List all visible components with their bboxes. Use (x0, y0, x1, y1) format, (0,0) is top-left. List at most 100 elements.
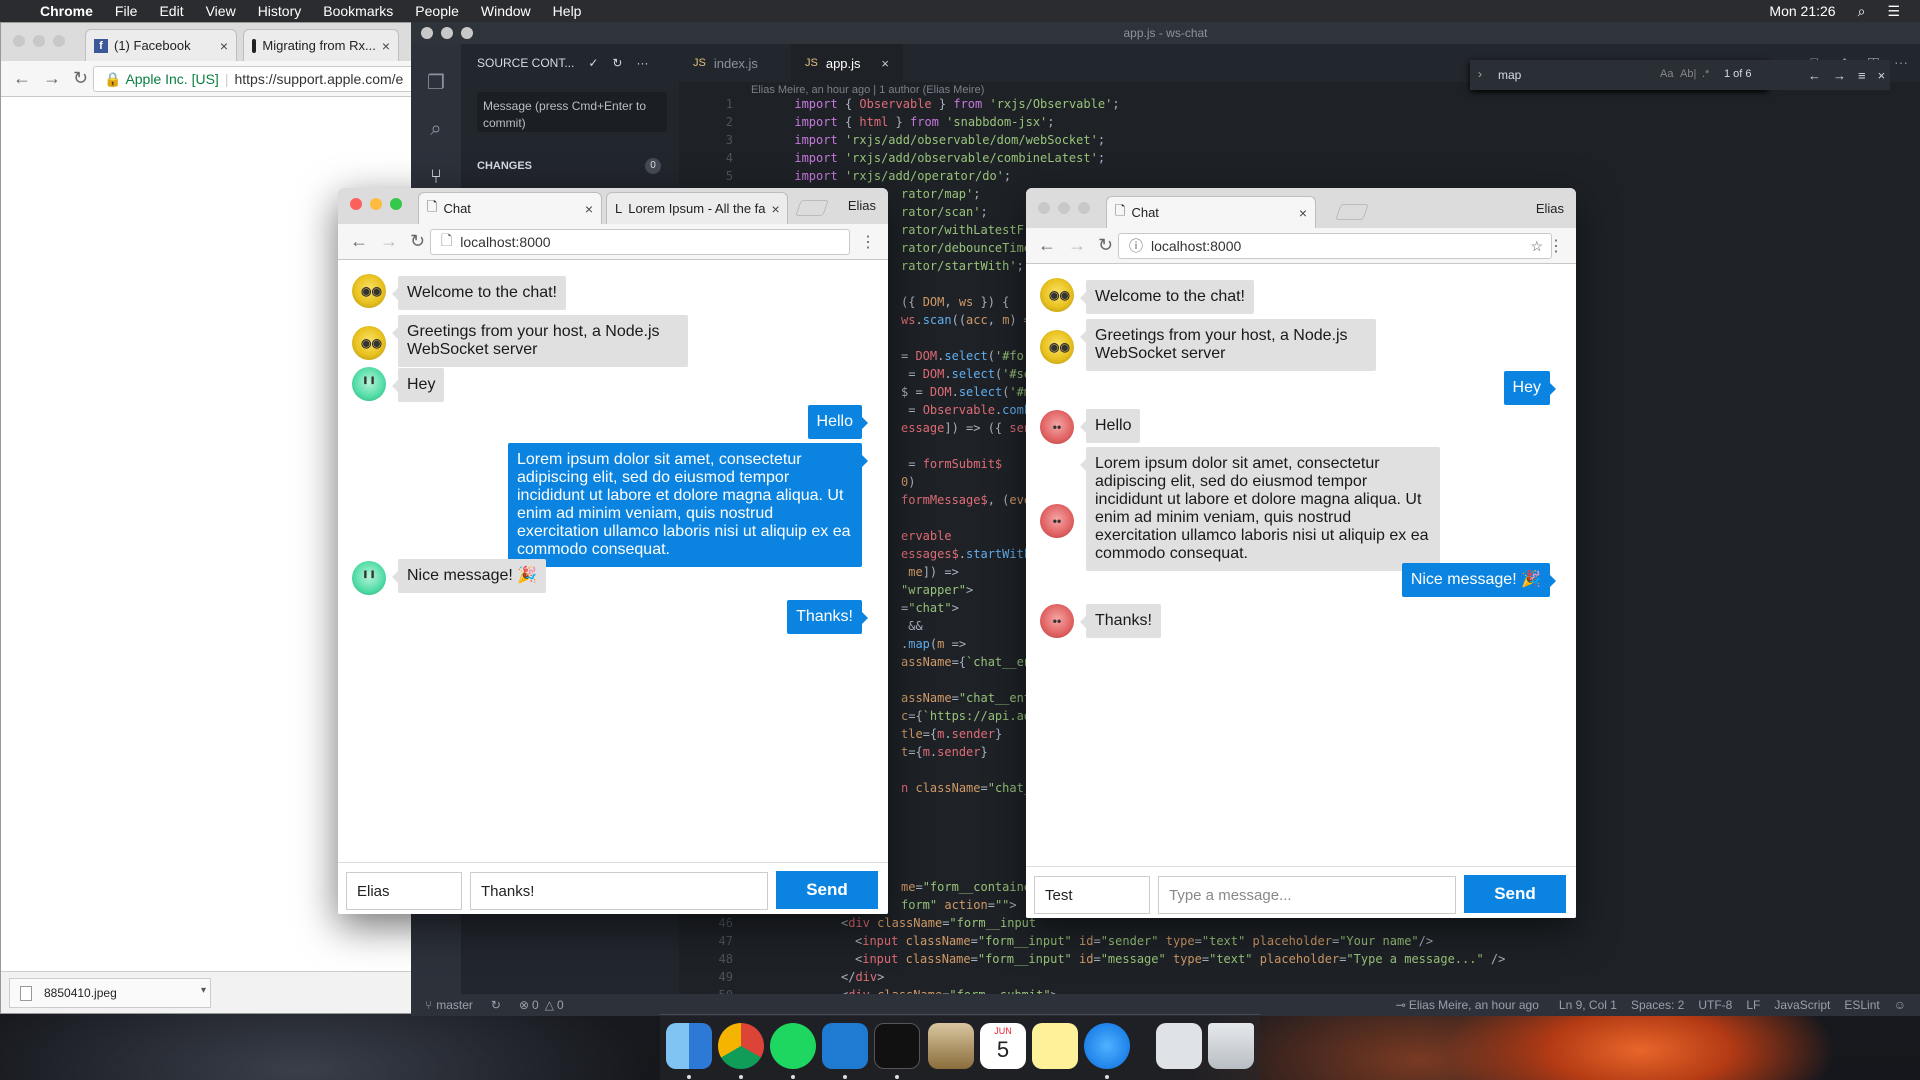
close-tab-icon[interactable]: × (772, 201, 780, 217)
terminal-icon[interactable] (874, 1023, 920, 1069)
changes-header[interactable]: CHANGES (477, 160, 532, 172)
tab-app-js[interactable]: JS app.js × (791, 44, 903, 82)
tab-lorem-ipsum[interactable]: L Lorem Ipsum - All the fa × (606, 192, 788, 224)
tab-chat[interactable]: 🗋 Chat × (418, 192, 602, 224)
indentation[interactable]: Spaces: 2 (1631, 998, 1684, 1012)
close-window-icon[interactable] (350, 198, 362, 210)
notes-icon[interactable] (1032, 1023, 1078, 1069)
forward-arrow-icon[interactable]: → (380, 231, 398, 252)
forward-arrow-icon[interactable]: → (43, 68, 61, 89)
source-control-icon[interactable]: ⑂ (425, 166, 447, 188)
notification-center-icon[interactable]: ☰ (1887, 3, 1900, 20)
clock[interactable]: Mon 21:26 (1769, 3, 1835, 19)
refresh-icon[interactable]: ↻ (612, 56, 622, 70)
find-in-selection-icon[interactable]: ≡ (1858, 68, 1866, 83)
commit-message-input[interactable]: Message (press Cmd+Enter to commit) (477, 92, 667, 132)
error-count[interactable]: 0 (532, 998, 539, 1012)
message-input[interactable]: Type a message... (1158, 876, 1456, 914)
line-ending[interactable]: LF (1746, 998, 1760, 1012)
tab-migrating[interactable]: Migrating from Rx... × (243, 29, 399, 61)
menu-edit[interactable]: Edit (159, 3, 183, 19)
more-icon[interactable]: ··· (636, 56, 648, 70)
encoding[interactable]: UTF-8 (1698, 998, 1732, 1012)
new-tab-button[interactable] (1335, 204, 1369, 220)
downloads-stack-icon[interactable] (1156, 1023, 1202, 1069)
linter-status[interactable]: ESLint (1844, 998, 1879, 1012)
warning-count[interactable]: 0 (557, 998, 564, 1012)
match-case-toggle[interactable]: Aa (1660, 68, 1673, 80)
back-arrow-icon[interactable]: ← (13, 68, 31, 89)
menu-bookmarks[interactable]: Bookmarks (323, 3, 393, 19)
zoom-window-icon[interactable] (1078, 202, 1090, 214)
spotify-icon[interactable] (770, 1023, 816, 1069)
name-input[interactable]: Elias (346, 872, 462, 910)
download-item[interactable]: 8850410.jpeg ▾ (9, 978, 211, 1008)
reload-icon[interactable]: ↻ (73, 68, 88, 89)
url-field[interactable]: 🔒 Apple Inc. [US] | https://support.appl… (93, 66, 423, 92)
name-input[interactable]: Test (1034, 876, 1150, 914)
arrow-down-icon[interactable]: → (1833, 68, 1846, 83)
new-tab-button[interactable] (795, 200, 829, 216)
cursor-position[interactable]: Ln 9, Col 1 (1559, 998, 1617, 1012)
menu-people[interactable]: People (415, 3, 459, 19)
feedback-icon[interactable]: ☺ (1894, 998, 1906, 1012)
minimize-window-icon[interactable] (441, 27, 453, 39)
arrow-up-icon[interactable]: ← (1808, 68, 1821, 83)
vscode-icon[interactable] (822, 1023, 868, 1069)
minimize-window-icon[interactable] (370, 198, 382, 210)
close-tab-icon[interactable]: × (1299, 205, 1307, 221)
sync-icon[interactable]: ↻ (491, 998, 501, 1012)
menu-icon[interactable]: ⋮ (860, 232, 876, 252)
tab-chat[interactable]: 🗋 Chat × (1106, 196, 1316, 228)
reload-icon[interactable]: ↻ (410, 231, 425, 252)
menu-window[interactable]: Window (481, 3, 531, 19)
minimize-window-icon[interactable] (33, 35, 45, 47)
zoom-window-icon[interactable] (53, 35, 65, 47)
app-store-icon[interactable] (1084, 1023, 1130, 1069)
message-input[interactable]: Thanks! (470, 872, 768, 910)
calendar-icon[interactable]: JUN 5 (980, 1023, 1026, 1069)
back-arrow-icon[interactable]: ← (350, 231, 368, 252)
close-tab-icon[interactable]: × (382, 38, 390, 54)
menu-app-name[interactable]: Chrome (40, 3, 93, 19)
status-blame[interactable]: Elias Meire, an hour ago (1409, 998, 1539, 1012)
forward-arrow-icon[interactable]: → (1068, 235, 1086, 256)
search-icon[interactable]: ⌕ (425, 118, 447, 140)
close-window-icon[interactable] (13, 35, 25, 47)
regex-toggle[interactable]: .* (1702, 68, 1709, 80)
chevron-down-icon[interactable]: ▾ (201, 985, 206, 996)
finder-icon[interactable] (666, 1023, 712, 1069)
close-tab-icon[interactable]: × (585, 201, 593, 217)
menu-view[interactable]: View (206, 3, 236, 19)
reload-icon[interactable]: ↻ (1098, 235, 1113, 256)
trash-icon[interactable] (1208, 1023, 1254, 1069)
chevron-right-icon[interactable]: › (1478, 67, 1482, 81)
minimize-window-icon[interactable] (1058, 202, 1070, 214)
git-branch-icon[interactable]: ⑂ (425, 998, 432, 1012)
back-arrow-icon[interactable]: ← (1038, 235, 1056, 256)
explorer-icon[interactable]: ❐ (425, 70, 447, 94)
send-button[interactable]: Send (1464, 875, 1566, 913)
url-field[interactable]: 🗋 localhost:8000 (430, 229, 850, 255)
zoom-window-icon[interactable] (390, 198, 402, 210)
more-icon[interactable]: ··· (1894, 54, 1908, 70)
menu-icon[interactable]: ⋮ (1548, 236, 1564, 256)
menu-file[interactable]: File (115, 3, 138, 19)
send-button[interactable]: Send (776, 871, 878, 909)
close-icon[interactable]: × (1878, 68, 1886, 83)
url-field[interactable]: ⓘ localhost:8000 ☆ (1118, 233, 1552, 259)
close-window-icon[interactable] (1038, 202, 1050, 214)
zoom-window-icon[interactable] (461, 27, 473, 39)
find-input[interactable]: map (1498, 68, 1521, 82)
whole-word-toggle[interactable]: Ab| (1680, 68, 1696, 80)
tab-index-js[interactable]: JS index.js (679, 44, 791, 82)
spotlight-icon[interactable]: ⌕ (1858, 3, 1866, 20)
profile-name[interactable]: Elias (848, 198, 876, 213)
profile-name[interactable]: Elias (1536, 201, 1564, 216)
close-tab-icon[interactable]: × (220, 38, 228, 54)
bookmark-star-icon[interactable]: ☆ (1530, 238, 1543, 255)
preview-icon[interactable] (928, 1023, 974, 1069)
chrome-icon[interactable] (718, 1023, 764, 1069)
commit-check-icon[interactable]: ✓ (588, 56, 598, 70)
menu-help[interactable]: Help (553, 3, 582, 19)
